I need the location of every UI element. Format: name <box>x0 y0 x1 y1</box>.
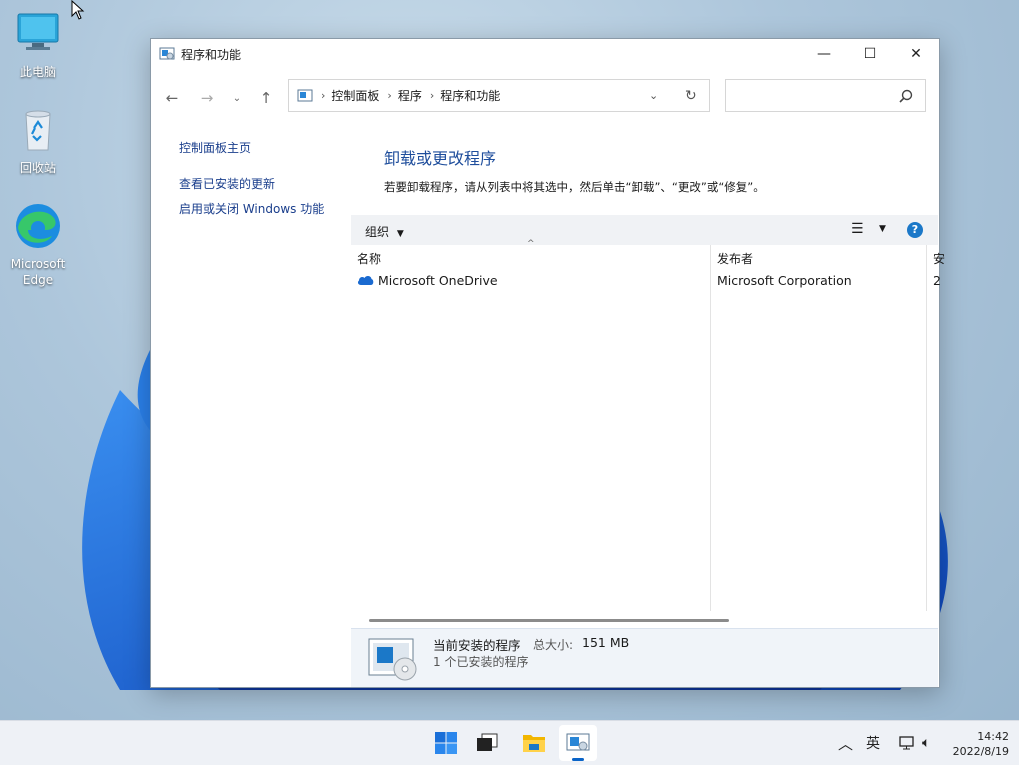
windows-features-link[interactable]: 启用或关闭 Windows 功能 <box>179 200 324 217</box>
minimize-icon: — <box>817 46 831 62</box>
sort-ascending-icon: ^ <box>527 239 535 249</box>
onedrive-icon <box>357 276 374 285</box>
computer-icon <box>17 13 59 50</box>
volume-icon[interactable]: 🔈︎ <box>922 721 930 765</box>
desktop-icon-label: 回收站 <box>19 161 56 175</box>
page-description: 若要卸载程序，请从列表中将其选中，然后单击“卸载”、“更改”或“修复”。 <box>384 180 765 194</box>
network-icon[interactable] <box>898 721 916 765</box>
ime-label: 英 <box>866 736 880 752</box>
arrow-right-icon: → <box>200 89 214 107</box>
desktop-icon-recycle-bin[interactable]: 回收站 <box>6 106 70 176</box>
close-button[interactable]: ✕ <box>893 39 939 69</box>
details-size-value: 151 MB <box>582 635 630 650</box>
breadcrumb-item[interactable]: 控制面板 <box>331 87 379 104</box>
desktop-icon-edge[interactable]: Microsoft Edge <box>6 202 70 288</box>
organize-label: 组织 <box>365 225 390 239</box>
chevron-right-icon: › <box>387 89 392 102</box>
installed-programs-icon <box>368 638 417 681</box>
refresh-icon[interactable]: ↻ <box>685 88 697 104</box>
search-input[interactable] <box>725 79 926 112</box>
back-button[interactable]: ← <box>161 87 183 109</box>
arrow-left-icon: ← <box>165 89 179 107</box>
breadcrumb-item[interactable]: 程序和功能 <box>440 87 500 104</box>
minimize-button[interactable]: — <box>801 39 847 69</box>
column-header-publisher[interactable]: 发布者 <box>717 250 753 267</box>
breadcrumb-item[interactable]: 程序 <box>398 87 422 104</box>
desktop-icon-label: Microsoft Edge <box>10 257 66 287</box>
chevron-right-icon: › <box>321 89 326 102</box>
forward-button[interactable]: → <box>196 87 218 109</box>
details-size-label: 总大小: <box>533 638 574 652</box>
chevron-down-icon: ⌄ <box>232 92 242 104</box>
search-icon <box>899 89 913 103</box>
column-header-name[interactable]: 名称 <box>357 250 381 267</box>
up-button[interactable]: ↑ <box>255 87 277 109</box>
maximize-icon: ☐ <box>863 46 877 62</box>
program-name: Microsoft OneDrive <box>377 273 498 288</box>
ime-indicator[interactable]: 英 <box>866 721 880 765</box>
control-panel-icon <box>297 89 313 101</box>
program-install-date: 2 <box>933 273 941 288</box>
recent-locations-button[interactable]: ⌄ <box>226 87 248 109</box>
maximize-button[interactable]: ☐ <box>847 39 893 69</box>
caret-down-icon[interactable]: ▼ <box>879 224 886 234</box>
close-icon: ✕ <box>910 46 922 62</box>
task-view-icon <box>477 733 498 751</box>
column-header-installed-on[interactable]: 安 <box>933 250 945 267</box>
speaker-icon: 🔈︎ <box>922 735 931 751</box>
show-hidden-icons-button[interactable]: ︿ <box>838 721 853 765</box>
desktop-icon-this-pc[interactable]: 此电脑 <box>6 10 70 80</box>
window-title: 程序和功能 <box>181 47 242 62</box>
arrow-up-icon: ↑ <box>259 89 273 107</box>
control-panel-icon <box>566 733 590 751</box>
view-installed-updates-link[interactable]: 查看已安装的更新 <box>179 175 275 192</box>
details-count: 1 个已安装的程序 <box>433 655 529 669</box>
details-pane: 当前安装的程序 总大小: 151 MB 1 个已安装的程序 <box>351 628 938 687</box>
column-headers: 名称 ^ 发布者 安 <box>351 239 945 271</box>
taskbar: ︿ 英 🔈︎ 14:42 2022/8/19 <box>0 720 1019 765</box>
start-icon <box>435 732 457 754</box>
help-icon[interactable]: ? <box>907 222 923 238</box>
caret-down-icon: ▼ <box>396 229 404 239</box>
recycle-bin-icon <box>25 110 51 151</box>
control-panel-icon <box>159 47 175 60</box>
address-bar[interactable]: › 控制面板 › 程序 › 程序和功能 ⌄ ↻ <box>288 79 710 112</box>
desktop-icon-label: 此电脑 <box>19 65 56 79</box>
details-title: 当前安装的程序 <box>433 638 521 653</box>
chevron-right-icon: › <box>429 89 435 102</box>
clock-date: 2022/8/19 <box>952 745 1009 758</box>
task-view-button[interactable] <box>468 725 506 761</box>
file-explorer-button[interactable] <box>515 725 553 761</box>
start-button[interactable] <box>427 725 465 761</box>
programs-and-features-window: 程序和功能 — ☐ ✕ ← → ⌄ ↑ › 控制面板 › 程序 › 程序和功能 … <box>150 38 945 688</box>
table-row[interactable]: Microsoft OneDrive Microsoft Corporation… <box>357 273 941 288</box>
monitor-network-icon <box>899 736 914 750</box>
horizontal-scrollbar[interactable] <box>369 619 729 622</box>
page-heading: 卸载或更改程序 <box>384 149 497 168</box>
list-toolbar: 组织 ▼ ☰ ▼ ? <box>351 215 938 245</box>
organize-button[interactable]: 组织 ▼ <box>365 223 404 240</box>
chevron-up-icon: ︿ <box>838 734 854 753</box>
file-explorer-icon <box>523 735 545 752</box>
program-publisher: Microsoft Corporation <box>717 273 852 288</box>
mouse-cursor-icon <box>71 0 85 20</box>
title-bar[interactable]: 程序和功能 — ☐ ✕ <box>151 39 939 69</box>
control-panel-taskbar-button[interactable] <box>559 725 597 761</box>
clock-time: 14:42 <box>977 730 1009 743</box>
control-panel-home-link[interactable]: 控制面板主页 <box>179 139 251 156</box>
active-indicator <box>572 758 584 761</box>
view-options-icon[interactable]: ☰ <box>851 221 864 237</box>
column-divider <box>926 245 927 611</box>
address-dropdown-icon[interactable]: ⌄ <box>649 89 658 102</box>
system-clock[interactable]: 14:42 2022/8/19 <box>953 729 1009 759</box>
column-divider <box>710 245 711 611</box>
edge-icon <box>16 204 60 248</box>
navigation-bar: ← → ⌄ ↑ › 控制面板 › 程序 › 程序和功能 ⌄ ↻ <box>151 79 939 115</box>
